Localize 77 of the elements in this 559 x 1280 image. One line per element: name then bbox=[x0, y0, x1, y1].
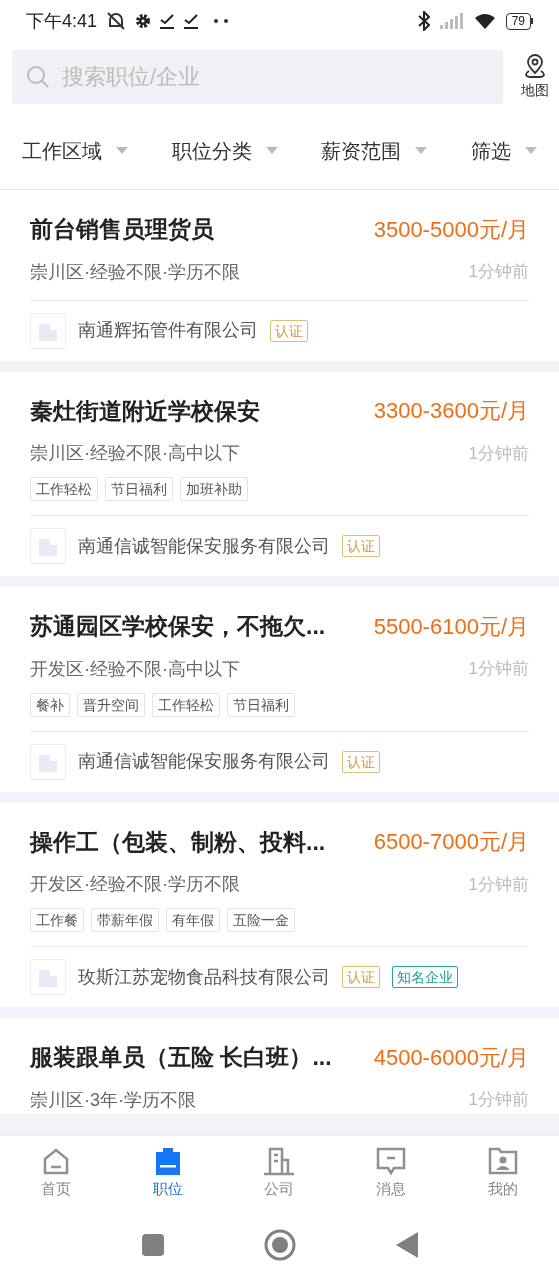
post-time: 1分钟前 bbox=[468, 873, 529, 896]
job-title: 服装跟单员（五险 长白班）... bbox=[30, 1043, 332, 1072]
wifi-icon bbox=[473, 13, 496, 29]
company-badge: 认证 bbox=[342, 750, 380, 773]
company-name: 南通信诚智能保安服务有限公司 bbox=[78, 750, 330, 773]
building-icon bbox=[262, 1145, 297, 1176]
nav-tab[interactable]: 公司 bbox=[223, 1136, 336, 1210]
salary: 4500-6000元/月 bbox=[373, 1043, 529, 1072]
job-title: 操作工（包装、制粉、投料... bbox=[30, 827, 326, 857]
location-pin-icon bbox=[522, 53, 548, 80]
recent-apps-button[interactable] bbox=[141, 1234, 164, 1256]
job-meta: 开发区·经验不限·学历不限 bbox=[30, 873, 240, 896]
tag: 餐补 bbox=[30, 692, 70, 717]
tag: 工作轻松 bbox=[152, 692, 220, 717]
company-name: 南通辉拓管件有限公司 bbox=[78, 319, 258, 342]
back-button[interactable] bbox=[395, 1232, 418, 1258]
post-time: 1分钟前 bbox=[468, 658, 529, 681]
signal-icon bbox=[439, 13, 464, 29]
search-field[interactable]: 搜索职位/企业 bbox=[12, 50, 503, 104]
check-icon bbox=[159, 13, 176, 29]
nav-tab[interactable]: 职位 bbox=[111, 1136, 224, 1210]
caret-icon bbox=[116, 147, 128, 154]
salary: 3500-5000元/月 bbox=[373, 215, 529, 244]
caret-icon bbox=[415, 147, 428, 154]
company-badge: 知名企业 bbox=[392, 966, 458, 988]
post-time: 1分钟前 bbox=[468, 1089, 529, 1112]
filter-dropdown[interactable]: 薪资范围 bbox=[321, 135, 428, 166]
company-name: 玫斯江苏宠物食品科技有限公司 bbox=[78, 965, 330, 989]
tag: 加班补助 bbox=[180, 477, 248, 501]
nav-tab[interactable]: 首页 bbox=[0, 1136, 112, 1210]
company-badge: 认证 bbox=[342, 966, 380, 988]
tag: 晋升空间 bbox=[77, 692, 145, 717]
post-time: 1分钟前 bbox=[468, 442, 529, 465]
job-meta: 开发区·经验不限·高中以下 bbox=[30, 657, 240, 681]
tag: 带薪年假 bbox=[91, 908, 159, 932]
salary: 6500-7000元/月 bbox=[373, 828, 529, 857]
tag: 有年假 bbox=[166, 908, 220, 932]
filter-dropdown[interactable]: 职位分类 bbox=[171, 135, 278, 166]
job-title: 苏通园区学校保安，不拖欠... bbox=[30, 612, 326, 641]
company-name: 南通信诚智能保安服务有限公司 bbox=[78, 534, 330, 558]
status-time: 下午4:41 bbox=[26, 9, 98, 33]
post-time: 1分钟前 bbox=[468, 261, 529, 284]
job-card[interactable]: 操作工（包装、制粉、投料... 6500-7000元/月 开发区·经验不限·学历不限 1分钟前 工作餐 带薪年假 有年假 五险一金 玫斯江苏宠物食品科技有限公司 认证 知名企业 bbox=[0, 802, 559, 1007]
filter-dropdown[interactable]: 筛选 bbox=[470, 135, 537, 166]
job-card[interactable]: 前台销售员理货员 3500-5000元/月 崇川区·经验不限·学历不限 1分钟前 南通辉拓管件有限公司 认证 bbox=[0, 190, 559, 361]
tag: 节日福利 bbox=[105, 477, 173, 501]
profile-icon bbox=[487, 1145, 520, 1176]
gear-icon bbox=[135, 13, 152, 29]
home-button[interactable] bbox=[263, 1229, 296, 1261]
tag: 五险一金 bbox=[227, 908, 295, 932]
job-title: 前台销售员理货员 bbox=[30, 215, 214, 244]
salary: 5500-6100元/月 bbox=[373, 612, 529, 641]
check-icon bbox=[183, 13, 200, 29]
job-card[interactable]: 秦灶街道附近学校保安 3300-3600元/月 崇川区·经验不限·高中以下 1分钟前 工作轻松 节日福利 加班补助 南通信诚智能保安服务有限公司 认证 bbox=[0, 371, 559, 576]
job-card[interactable]: 苏通园区学校保安，不拖欠... 5500-6100元/月 开发区·经验不限·高中以下 1分钟前 餐补 晋升空间 工作轻松 节日福利 南通信诚智能保安服务有限公司 认证 bbox=[0, 587, 559, 792]
tag: 节日福利 bbox=[227, 692, 295, 717]
message-icon bbox=[375, 1145, 408, 1176]
salary: 3300-3600元/月 bbox=[373, 397, 529, 426]
tag: 工作餐 bbox=[30, 908, 84, 932]
nav-tab[interactable]: 消息 bbox=[335, 1136, 448, 1210]
caret-icon bbox=[524, 147, 537, 154]
tag: 工作轻松 bbox=[30, 477, 98, 501]
caret-icon bbox=[265, 147, 278, 154]
job-meta: 崇川区·经验不限·高中以下 bbox=[30, 442, 240, 465]
search-icon bbox=[26, 65, 50, 89]
nav-tab[interactable]: 我的 bbox=[447, 1136, 559, 1210]
battery-icon: 79 bbox=[505, 12, 533, 30]
map-button[interactable]: 地图 bbox=[521, 53, 549, 101]
company-badge: 认证 bbox=[270, 319, 308, 342]
bluetooth-icon bbox=[417, 11, 430, 31]
filter-dropdown[interactable]: 工作区域 bbox=[22, 135, 128, 166]
job-card[interactable]: 服装跟单员（五险 长白班）... 4500-6000元/月 崇川区·3年·学历不限 1分钟前 bbox=[0, 1018, 559, 1114]
job-title: 秦灶街道附近学校保安 bbox=[30, 396, 260, 426]
company-badge: 认证 bbox=[342, 535, 380, 557]
job-meta: 崇川区·3年·学历不限 bbox=[30, 1088, 196, 1112]
more-icon bbox=[213, 18, 230, 24]
job-meta: 崇川区·经验不限·学历不限 bbox=[30, 260, 240, 284]
